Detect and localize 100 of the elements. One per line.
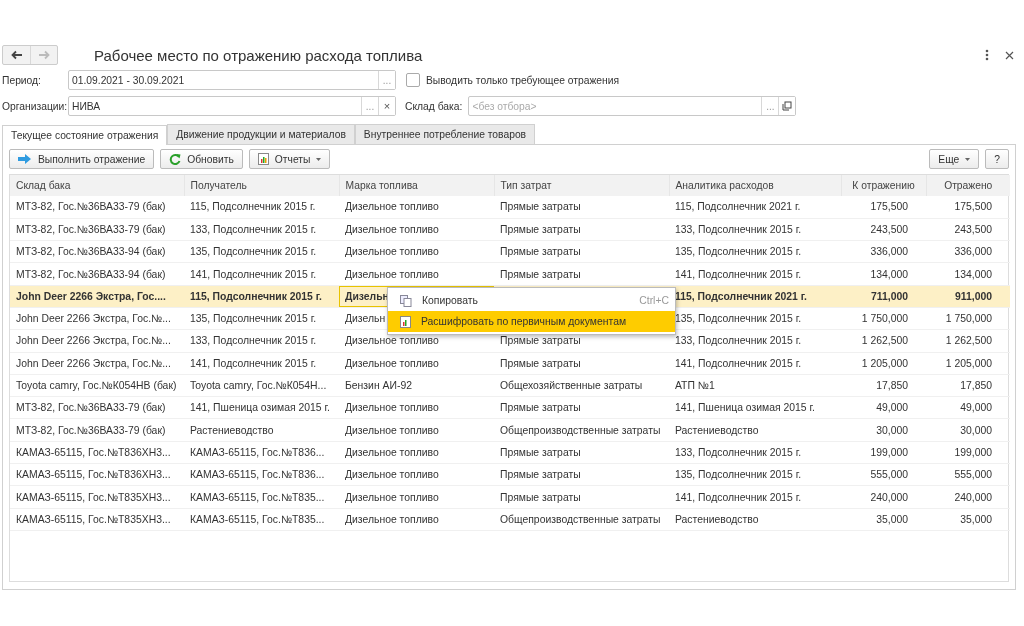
table-cell: Прямые затраты (494, 240, 669, 263)
field-label: Организации: (2, 100, 68, 112)
right-arrow-icon (18, 154, 32, 164)
table-cell: Дизельное топливо (339, 441, 494, 464)
more-button[interactable]: Еще (929, 149, 980, 169)
checkbox[interactable] (406, 73, 420, 87)
table-cell: МТЗ-82, Гос.№36ВА33-79 (бак) (10, 396, 184, 419)
caret-icon (316, 157, 322, 161)
table-cell: 135, Подсолнечник 2015 г. (184, 307, 339, 330)
table-cell: 115, Подсолнечник 2021 г. (669, 196, 841, 219)
table-cell: 175,500 (841, 196, 926, 219)
field-label: Склад бака: (405, 100, 463, 112)
table-cell: 35,000 (926, 508, 1010, 531)
table-cell: 1 205,000 (926, 352, 1010, 375)
table-cell: 1 205,000 (841, 352, 926, 375)
toolbar-button[interactable]: Отчеты (248, 149, 331, 169)
table-cell: 1 262,500 (841, 329, 926, 353)
close-icon[interactable] (1004, 50, 1014, 60)
clear-button[interactable]: × (378, 97, 395, 115)
table-cell: МТЗ-82, Гос.№36ВА33-79 (бак) (10, 218, 184, 241)
refresh-icon (169, 153, 182, 165)
column-header[interactable]: Марка топлива (339, 175, 494, 196)
table-cell: 30,000 (841, 418, 926, 442)
table-cell: 1 262,500 (926, 329, 1010, 353)
table-cell: 175,500 (926, 196, 1010, 219)
table-cell: 141, Подсолнечник 2015 г. (184, 262, 339, 286)
column-header[interactable]: Отражено (926, 175, 1010, 196)
table-cell: Прямые затраты (494, 396, 669, 419)
table-cell: 17,850 (926, 374, 1010, 397)
table-cell: Общехозяйственные затраты (494, 374, 669, 397)
table-cell: Растениеводство (669, 508, 841, 531)
help-button[interactable]: ? (985, 149, 1009, 169)
column-header[interactable]: К отражению (841, 175, 926, 196)
table-cell: 141, Подсолнечник 2015 г. (669, 352, 841, 375)
report-icon (257, 153, 269, 165)
table-cell: Прямые затраты (494, 218, 669, 241)
table-cell: 133, Подсолнечник 2015 г. (669, 218, 841, 241)
table-cell: Общепроизводственные затраты (494, 418, 669, 442)
table-cell: Дизельное топливо (339, 418, 494, 442)
table-cell: 141, Подсолнечник 2015 г. (669, 485, 841, 509)
column-header[interactable]: Аналитика расходов (669, 175, 841, 196)
tab[interactable]: Внутреннее потребление товаров (354, 124, 536, 144)
table-cell: 35,000 (841, 508, 926, 531)
open-button[interactable] (778, 97, 796, 115)
table-cell: Бензин АИ-92 (339, 374, 494, 397)
table-cell: МТЗ-82, Гос.№36ВА33-79 (бак) (10, 418, 184, 442)
table-cell: Дизельное топливо (339, 240, 494, 263)
table-cell: Растениеводство (184, 418, 339, 442)
table-cell: Toyota camry, Гос.№К054Н... (184, 374, 339, 397)
table-cell: Прямые затраты (494, 196, 669, 219)
tab[interactable]: Текущее состояние отражения (2, 125, 168, 145)
organization-field[interactable]: НИВА ... × (68, 96, 396, 116)
table-cell: John Deer 2266 Экстра, Гос.№... (10, 352, 184, 375)
table-cell: 240,000 (926, 485, 1010, 509)
table-cell: КАМАЗ-65115, Гос.№Т836... (184, 441, 339, 464)
table-cell: КАМАЗ-65115, Гос.№Т835... (184, 485, 339, 509)
table-cell: 555,000 (841, 463, 926, 486)
field-label: Период: (2, 74, 42, 86)
table-cell: 1 750,000 (926, 307, 1010, 330)
table-cell: КАМАЗ-65115, Гос.№Т835ХН3... (10, 508, 184, 531)
table-cell: 911,000 (926, 285, 1010, 308)
menu-item-label: Копировать (422, 295, 479, 306)
table-cell: 1 750,000 (841, 307, 926, 330)
checkbox-label: Выводить только требующее отражения (426, 74, 620, 86)
table-cell: 336,000 (841, 240, 926, 263)
table-cell: Прямые затраты (494, 352, 669, 375)
table-cell: МТЗ-82, Гос.№36ВА33-94 (бак) (10, 240, 184, 263)
table-cell: 555,000 (926, 463, 1010, 486)
table-cell: 115, Подсолнечник 2015 г. (184, 285, 339, 308)
table-cell: 240,000 (841, 485, 926, 509)
table-cell: МТЗ-82, Гос.№36ВА33-79 (бак) (10, 196, 184, 219)
column-header[interactable]: Тип затрат (494, 175, 669, 196)
table-cell: Дизельное топливо (339, 262, 494, 286)
table-cell: Прямые затраты (494, 441, 669, 464)
table-cell: АТП №1 (669, 374, 841, 397)
window-title: Рабочее место по отражению расхода топлива (94, 46, 424, 64)
table-cell: 243,500 (841, 218, 926, 241)
table-cell: 49,000 (926, 396, 1010, 419)
table-cell: 134,000 (841, 262, 926, 286)
more-menu-icon[interactable] (985, 49, 989, 61)
table-cell: 141, Подсолнечник 2015 г. (669, 262, 841, 286)
menu-item[interactable]: Расшифровать по первичным документам (388, 311, 675, 332)
toolbar-button[interactable]: Обновить (160, 149, 243, 169)
table-cell: Прямые затраты (494, 485, 669, 509)
table-cell: 141, Пшеница озимая 2015 г. (184, 396, 339, 419)
table-cell: МТЗ-82, Гос.№36ВА33-94 (бак) (10, 262, 184, 286)
tab[interactable]: Движение продукции и материалов (167, 124, 355, 144)
copy-icon (400, 294, 412, 307)
period-field[interactable]: 01.09.2021 - 30.09.2021 ... (68, 70, 396, 90)
table-cell: 115, Подсолнечник 2015 г. (184, 196, 339, 219)
caret-icon (965, 157, 971, 161)
table-cell: John Deer 2266 Экстра, Гос.№... (10, 329, 184, 353)
column-header[interactable]: Получатель (184, 175, 339, 196)
column-header[interactable]: Склад бака (10, 175, 184, 196)
toolbar-button[interactable]: Выполнить отражение (9, 149, 155, 169)
table-cell: КАМАЗ-65115, Гос.№Т836... (184, 463, 339, 486)
table-cell: John Deer 2266 Экстра, Гос.... (10, 285, 184, 308)
back-arrow-icon (10, 50, 23, 60)
forward-arrow-icon (38, 50, 50, 60)
table-cell: 243,500 (926, 218, 1010, 241)
